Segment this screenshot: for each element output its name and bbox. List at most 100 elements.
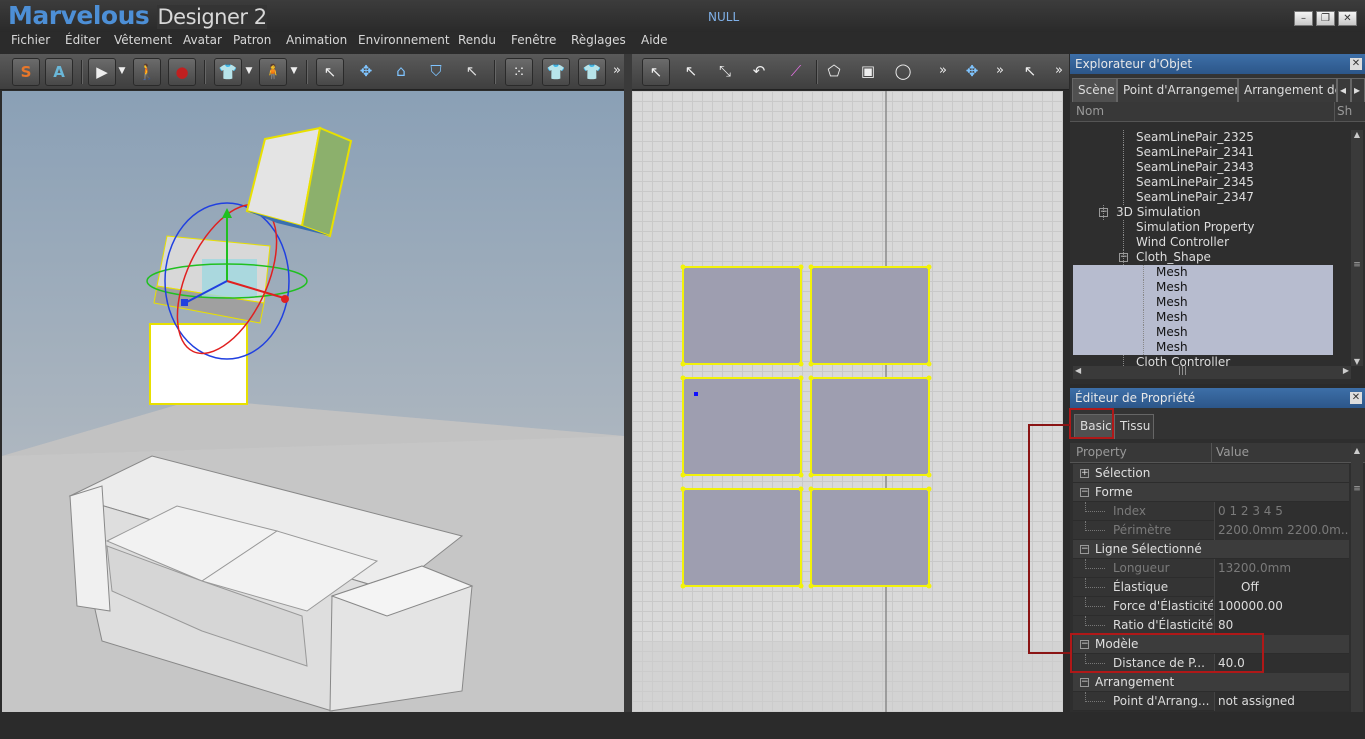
tree-item[interactable]: Mesh [1073, 265, 1333, 280]
play-icon[interactable]: ▶ [88, 58, 116, 86]
property-editor-close-icon[interactable]: ✕ [1350, 392, 1362, 404]
menu-rendu[interactable]: Rendu [458, 33, 496, 47]
add-point-icon[interactable]: ⟋ [782, 58, 810, 86]
expand-icon[interactable]: + [1080, 469, 1089, 478]
menu-vetement[interactable]: Vêtement [114, 33, 172, 47]
pattern-piece[interactable] [810, 266, 930, 365]
tree-item[interactable]: Mesh [1073, 325, 1333, 340]
pattern-piece[interactable] [810, 377, 930, 476]
collapse-icon[interactable]: − [1080, 545, 1089, 554]
collapse-icon[interactable]: − [1119, 253, 1128, 262]
tree-item[interactable]: Cloth Controller [1073, 355, 1351, 366]
walk-icon[interactable]: 🚶 [133, 58, 161, 86]
tree-item[interactable]: SeamLinePair_2343 [1073, 160, 1351, 175]
tree-item[interactable]: Mesh [1073, 310, 1333, 325]
tree-item[interactable]: Wind Controller [1073, 235, 1351, 250]
menu-reglages[interactable]: Règlages [571, 33, 626, 47]
tree-item[interactable]: − Cloth_Shape [1073, 250, 1351, 265]
record-icon[interactable]: ● [168, 58, 196, 86]
circle-icon[interactable]: ◯ [889, 58, 917, 86]
animation-a-button[interactable]: A [45, 58, 73, 86]
tree-item[interactable]: Mesh [1073, 295, 1333, 310]
property-row[interactable]: Force d'Élasticité 100000.00 [1073, 597, 1349, 616]
tree-item[interactable]: SeamLinePair_2325 [1073, 130, 1351, 145]
arrange-point-icon[interactable]: ↖ [1016, 58, 1044, 86]
property-row[interactable]: Périmètre 2200.0mm 2200.0m... [1073, 521, 1349, 540]
property-value[interactable]: Off [1214, 578, 1349, 597]
menu-avatar[interactable]: Avatar [183, 33, 222, 47]
tab-scroll-right-icon[interactable]: ▸ [1351, 78, 1365, 102]
collapse-icon[interactable]: − [1099, 208, 1108, 217]
toolbar2-more-icon[interactable]: » [939, 63, 947, 78]
property-section[interactable]: Sélection + [1073, 464, 1349, 483]
tree-item[interactable]: SeamLinePair_2347 [1073, 190, 1351, 205]
edit-curvature-icon[interactable]: ↶ [745, 58, 773, 86]
pattern-piece[interactable] [682, 377, 802, 476]
close-button[interactable]: ✕ [1338, 11, 1357, 26]
pattern-piece[interactable] [682, 266, 802, 365]
avatar-icon[interactable]: 🧍 [259, 58, 287, 86]
collapse-icon[interactable]: − [1080, 678, 1089, 687]
garment-front-icon[interactable]: 👕 [542, 58, 570, 86]
garment-icon[interactable]: 👕 [214, 58, 242, 86]
property-section[interactable]: Ligne Sélectionné − [1073, 540, 1349, 559]
select-pattern-icon[interactable]: ↖ [642, 58, 670, 86]
property-vertical-scrollbar[interactable]: ▲ ≡ [1351, 444, 1363, 712]
garment-back-icon[interactable]: 👕 [578, 58, 606, 86]
tree-item[interactable]: SeamLinePair_2345 [1073, 175, 1351, 190]
collapse-icon[interactable]: − [1080, 488, 1089, 497]
menu-patron[interactable]: Patron [233, 33, 271, 47]
edit-pattern-icon[interactable]: ↖ [677, 58, 705, 86]
menu-fichier[interactable]: Fichier [11, 33, 50, 47]
rectangle-icon[interactable]: ▣ [854, 58, 882, 86]
menu-aide[interactable]: Aide [641, 33, 668, 47]
property-value[interactable]: 100000.00 [1214, 597, 1349, 616]
play-dropdown-icon[interactable]: ▼ [116, 58, 128, 86]
simulation-s-button[interactable]: S [12, 58, 40, 86]
toolbar-more-icon[interactable]: » [613, 63, 621, 78]
tree-item[interactable]: Mesh [1073, 280, 1333, 295]
minimize-button[interactable]: – [1294, 11, 1313, 26]
points-icon[interactable]: ⁙ [505, 58, 533, 86]
tab-scene[interactable]: Scène [1072, 78, 1117, 102]
transform-icon[interactable]: ✥ [958, 58, 986, 86]
property-section[interactable]: Forme − [1073, 483, 1349, 502]
property-row[interactable]: Index 0 1 2 3 4 5 [1073, 502, 1349, 521]
tree-item[interactable]: Mesh [1073, 340, 1333, 355]
garment-dropdown-icon[interactable]: ▼ [243, 58, 255, 86]
selected-point[interactable] [694, 392, 698, 396]
tree-item[interactable]: SeamLinePair_2341 [1073, 145, 1351, 160]
restore-button[interactable]: ❐ [1316, 11, 1335, 26]
tab-scroll-left-icon[interactable]: ◂ [1337, 78, 1351, 102]
tree-horizontal-scrollbar[interactable]: ◀ ||| ▶ [1073, 366, 1351, 379]
property-row[interactable]: Élastique Off [1073, 578, 1349, 597]
property-row[interactable]: Point d'Arrang... not assigned [1073, 692, 1349, 711]
move-tool-icon[interactable]: ✥ [352, 58, 380, 86]
menu-fenetre[interactable]: Fenêtre [511, 33, 556, 47]
tab-arrangement[interactable]: Arrangement de [1238, 78, 1337, 102]
select-arrow-icon[interactable]: ↖ [316, 58, 344, 86]
pattern-piece[interactable] [682, 488, 802, 587]
tree-item[interactable]: Simulation Property [1073, 220, 1351, 235]
menu-environnement[interactable]: Environnement [358, 33, 450, 47]
property-row[interactable]: Longueur 13200.0mm [1073, 559, 1349, 578]
tab-tissu[interactable]: Tissu [1114, 414, 1154, 439]
pin-tool-icon[interactable]: ⛉ [422, 58, 450, 86]
arrange-tool-icon[interactable]: ↖ [458, 58, 486, 86]
edit-curve-icon[interactable]: ⤡ [711, 58, 739, 86]
property-value[interactable]: not assigned [1214, 692, 1349, 711]
fold-tool-icon[interactable]: ⌂ [387, 58, 415, 86]
pattern-piece[interactable] [810, 488, 930, 587]
menu-editer[interactable]: Éditer [65, 33, 101, 47]
tree-vertical-scrollbar[interactable]: ▲ ≡ ▼ [1351, 130, 1363, 366]
viewport-2d[interactable] [632, 91, 1063, 712]
viewport-3d[interactable] [2, 91, 624, 712]
menu-animation[interactable]: Animation [286, 33, 347, 47]
tree-item[interactable]: −3D Simulation [1073, 205, 1351, 220]
toolbar3-more-icon[interactable]: » [996, 63, 1004, 78]
tab-point-arrangement[interactable]: Point d'Arrangement [1117, 78, 1238, 102]
property-section[interactable]: Arrangement − [1073, 673, 1349, 692]
polygon-icon[interactable]: ⬠ [820, 58, 848, 86]
avatar-dropdown-icon[interactable]: ▼ [288, 58, 300, 86]
toolbar4-more-icon[interactable]: » [1055, 63, 1063, 78]
